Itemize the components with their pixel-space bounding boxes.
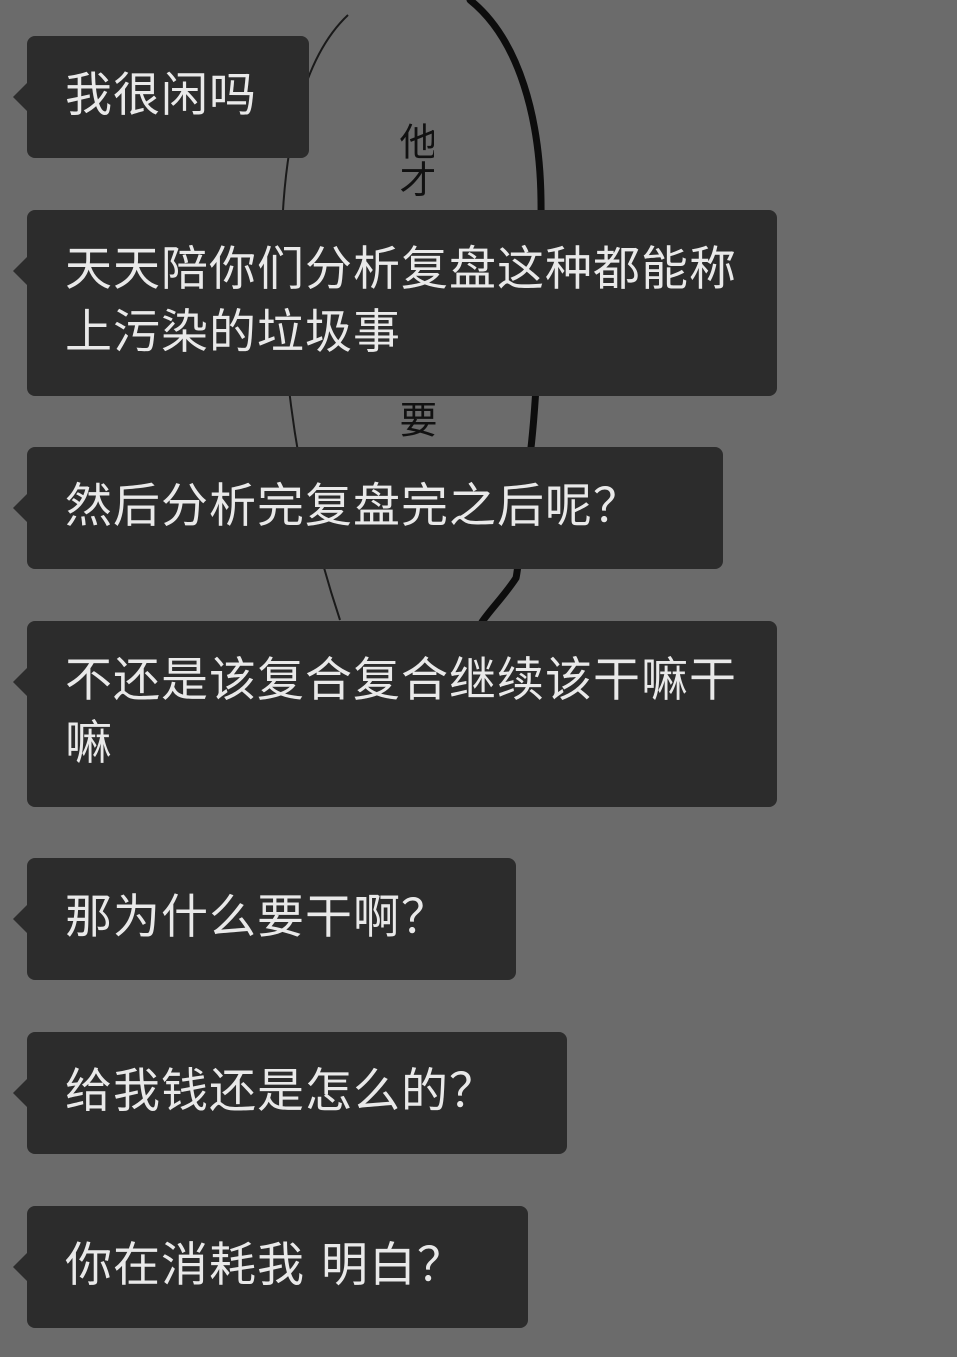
- manga-text-top: 他才: [396, 122, 434, 198]
- message-text: 不还是该复合复合继续该干嘛干嘛: [65, 653, 737, 771]
- message-text: 然后分析完复盘完之后呢？: [65, 479, 641, 534]
- message-bubble[interactable]: 那为什么要干啊？: [13, 858, 516, 980]
- message-bubble[interactable]: 我很闲吗: [13, 36, 309, 158]
- manga-text-bottom: 要: [393, 400, 437, 438]
- message-text: 天天陪你们分析复盘这种都能称上污染的垃圾事: [65, 242, 737, 360]
- message-bubble[interactable]: 不还是该复合复合继续该干嘛干嘛: [13, 621, 777, 807]
- message-text: 那为什么要干啊？: [65, 890, 449, 945]
- message-bubble[interactable]: 然后分析完复盘完之后呢？: [13, 447, 723, 569]
- message-bubble[interactable]: 你在消耗我 明白？: [13, 1206, 528, 1328]
- message-text: 给我钱还是怎么的？: [65, 1064, 497, 1119]
- message-text: 你在消耗我 明白？: [65, 1238, 465, 1293]
- message-text: 我很闲吗: [65, 68, 257, 123]
- message-bubble[interactable]: 天天陪你们分析复盘这种都能称上污染的垃圾事: [13, 210, 777, 396]
- message-bubble[interactable]: 给我钱还是怎么的？: [13, 1032, 567, 1154]
